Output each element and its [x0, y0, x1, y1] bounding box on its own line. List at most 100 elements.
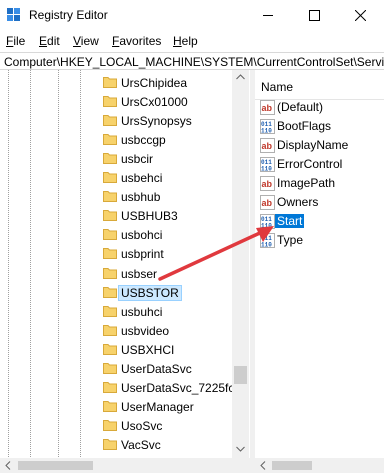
binary-value-icon: 011110: [260, 157, 275, 172]
menu-favorites[interactable]: Favorites: [112, 34, 161, 48]
tree-item-label: usbohci: [121, 228, 163, 243]
folder-icon: [103, 96, 117, 108]
scroll-down-icon[interactable]: [236, 446, 245, 452]
menu-file-label: ile: [13, 34, 26, 48]
value-row[interactable]: ab Owners: [255, 193, 384, 212]
value-name: Type: [277, 233, 304, 247]
tree-item[interactable]: UserManager: [0, 398, 232, 417]
close-icon: [355, 10, 366, 21]
string-value-icon: ab: [260, 176, 275, 191]
svg-text:110: 110: [261, 223, 272, 230]
tree-item-label: usbvideo: [121, 323, 170, 338]
menu-edit-accel: E: [39, 34, 48, 48]
svg-text:ab: ab: [262, 179, 273, 189]
value-row[interactable]: ab DisplayName: [255, 136, 384, 155]
value-row[interactable]: 011 110 Type: [255, 231, 384, 250]
folder-icon: [103, 229, 117, 241]
folder-icon: [103, 343, 117, 355]
address-path[interactable]: Computer\HKEY_LOCAL_MACHINE\SYSTEM\Curre…: [4, 55, 384, 69]
menu-help-accel: H: [173, 34, 182, 48]
tree-item[interactable]: usbser: [0, 265, 232, 284]
folder-icon: [103, 381, 117, 393]
tree-item-label: usbser: [121, 266, 158, 281]
menu-file[interactable]: File: [6, 34, 25, 48]
title-bar: Registry Editor: [0, 0, 384, 31]
folder-icon: [103, 191, 117, 203]
tree-item[interactable]: UserDataSvc_7225fc3: [0, 379, 241, 398]
tree-item[interactable]: usbcir: [0, 150, 232, 169]
tree-item[interactable]: USBHUB3: [0, 207, 232, 226]
value-row[interactable]: 011 110 Start: [255, 212, 384, 231]
tree-item-label: USBXHCI: [121, 342, 175, 357]
value-row[interactable]: ab ImagePath: [255, 174, 384, 193]
binary-value-icon: 011110: [260, 214, 275, 229]
string-value-icon: ab: [260, 195, 275, 210]
values-horizontal-scrollbar[interactable]: [255, 458, 384, 473]
value-name: Start: [275, 214, 305, 228]
menu-view-label: iew: [80, 34, 99, 48]
tree-item[interactable]: VacSvc: [0, 436, 232, 455]
value-row[interactable]: 011 110 ErrorControl: [255, 155, 384, 174]
scroll-left-icon[interactable]: [5, 461, 11, 470]
column-header-name[interactable]: Name: [255, 70, 384, 100]
tree-item[interactable]: usbohci: [0, 226, 232, 245]
tree-item[interactable]: usbhub: [0, 188, 232, 207]
value-name: (Default): [277, 100, 324, 114]
scroll-left-icon[interactable]: [260, 461, 266, 470]
tree-horizontal-scrollbar[interactable]: [0, 458, 250, 473]
maximize-button[interactable]: [292, 0, 338, 31]
tree-item-label: USBSTOR: [118, 284, 182, 301]
folder-icon: [103, 286, 117, 298]
tree-item-label: VacSvc: [121, 437, 161, 452]
scroll-up-icon[interactable]: [236, 74, 245, 80]
svg-text:110: 110: [261, 128, 272, 135]
minimize-icon: [263, 15, 273, 16]
address-bar[interactable]: Computer\HKEY_LOCAL_MACHINE\SYSTEM\Curre…: [0, 52, 384, 70]
value-row[interactable]: 011 110 BootFlags: [255, 117, 384, 136]
column-header-label: Name: [261, 80, 294, 94]
tree-item[interactable]: UrsCx01000: [0, 93, 232, 112]
tree-item[interactable]: USBXHCI: [0, 341, 232, 360]
tree-item-label: UserDataSvc_7225fc3: [121, 380, 242, 395]
svg-text:ab: ab: [262, 103, 273, 113]
folder-icon: [103, 248, 117, 260]
key-tree-pane[interactable]: UrsChipidea UrsCx01000 UrsSynopsys usbccgp u…: [0, 70, 250, 473]
folder-icon: [103, 77, 117, 88]
values-list-pane[interactable]: Name ab (Default) 011 110 BootFlags ab Display…: [255, 70, 384, 473]
tree-item[interactable]: usbccgp: [0, 131, 232, 150]
tree-item[interactable]: UrsSynopsys: [0, 112, 232, 131]
tree-vertical-scrollbar[interactable]: [232, 70, 249, 458]
tree-item-label: usbhub: [121, 190, 161, 205]
tree-item-label: UserManager: [121, 399, 194, 414]
tree-item[interactable]: UsoSvc: [0, 417, 232, 436]
tree-item[interactable]: usbvideo: [0, 322, 232, 341]
tree-item[interactable]: UrsChipidea: [0, 74, 232, 93]
tree-hscroll-thumb[interactable]: [18, 461, 93, 470]
minimize-button[interactable]: [246, 0, 292, 31]
menu-view[interactable]: View: [73, 34, 99, 48]
menu-edit[interactable]: Edit: [39, 34, 60, 48]
tree-item-label: UsoSvc: [121, 418, 163, 433]
registry-editor-app-icon: [7, 8, 20, 21]
folder-icon: [103, 419, 117, 431]
tree-item[interactable]: usbuhci: [0, 303, 232, 322]
value-name: BootFlags: [277, 119, 332, 133]
close-button[interactable]: [338, 0, 384, 31]
tree-item[interactable]: UserDataSvc: [0, 360, 232, 379]
value-row[interactable]: ab (Default): [255, 98, 384, 117]
tree-item[interactable]: usbehci: [0, 169, 232, 188]
value-name: Owners: [277, 195, 319, 209]
tree-item-label: usbprint: [121, 247, 164, 262]
menu-favorites-label: avorites: [119, 34, 162, 48]
maximize-icon: [309, 10, 320, 21]
folder-icon: [103, 400, 117, 412]
values-hscroll-thumb[interactable]: [272, 461, 312, 470]
tree-scroll-thumb[interactable]: [234, 366, 247, 384]
tree-item-label: UrsCx01000: [121, 95, 188, 110]
folder-icon: [103, 153, 117, 165]
tree-item[interactable]: USBSTOR: [0, 284, 232, 303]
menu-help[interactable]: Help: [173, 34, 198, 48]
window-title: Registry Editor: [29, 8, 108, 22]
tree-item-label: usbcir: [121, 152, 154, 167]
tree-item[interactable]: usbprint: [0, 245, 232, 264]
